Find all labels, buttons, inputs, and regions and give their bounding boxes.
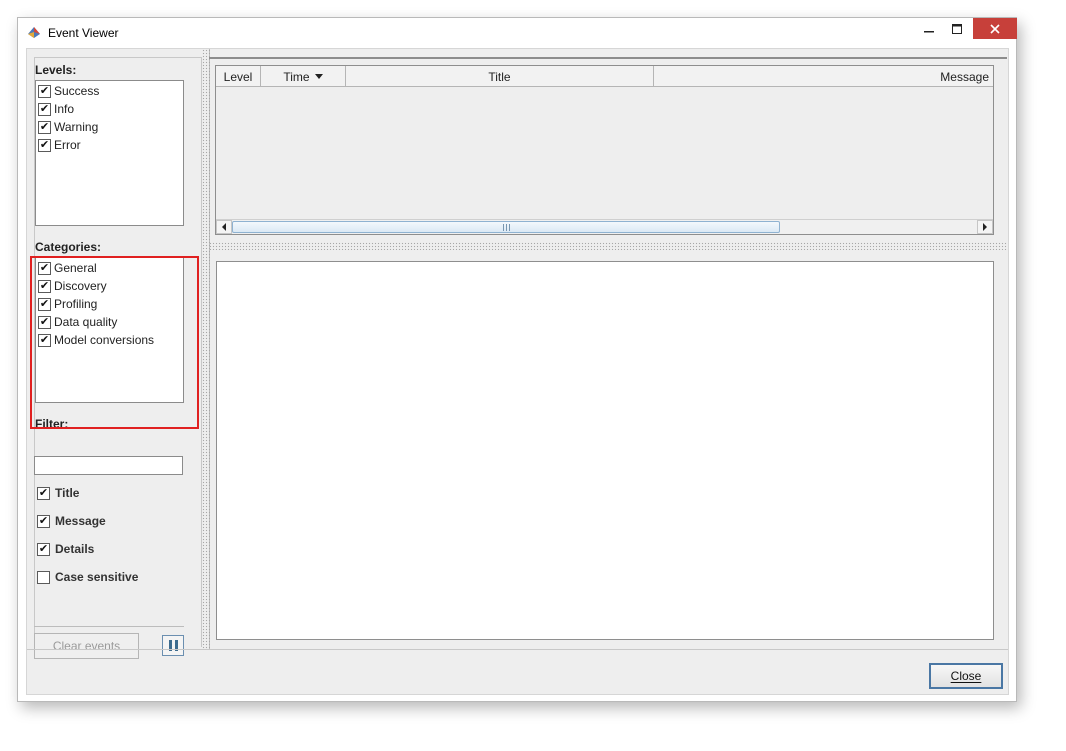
maximize-icon (952, 23, 962, 34)
column-header-level[interactable]: Level (216, 66, 261, 87)
checkbox[interactable]: ✔ (38, 84, 51, 98)
filter-option-label: Case sensitive (55, 570, 139, 584)
checkbox[interactable]: ✔ (38, 120, 51, 134)
level-item-warning[interactable]: ✔ Warning (36, 118, 183, 136)
filter-option-case-sensitive[interactable]: Case sensitive (37, 570, 138, 584)
checkbox[interactable]: ✔ (38, 138, 51, 152)
level-item-error[interactable]: ✔ Error (36, 136, 183, 154)
scroll-left-button[interactable] (216, 220, 232, 234)
window-title: Event Viewer (48, 26, 119, 40)
close-button[interactable]: Close (929, 663, 1003, 689)
level-item-label: Success (54, 84, 100, 98)
events-table[interactable]: Level Time Title Message (215, 65, 994, 235)
filter-option-details[interactable]: ✔ Details (37, 542, 94, 556)
table-header: Level Time Title Message (216, 66, 993, 87)
filter-option-label: Title (55, 486, 80, 500)
event-details-pane[interactable] (216, 261, 994, 640)
checkbox[interactable]: ✔ (37, 514, 50, 528)
clear-events-button[interactable]: Clear events (34, 633, 139, 659)
column-header-message[interactable]: Message (654, 66, 993, 87)
filter-input[interactable] (34, 456, 183, 475)
checkbox[interactable]: ✔ (38, 102, 51, 116)
minimize-button[interactable] (915, 18, 943, 39)
column-header-label: Message (940, 69, 989, 84)
filter-panel: Levels: ✔ Success ✔ Info ✔ Warning ✔ Error C… (27, 49, 210, 659)
level-item-info[interactable]: ✔ Info (36, 100, 183, 118)
levels-label: Levels: (35, 63, 77, 77)
scroll-right-button[interactable] (977, 220, 993, 234)
column-header-label: Title (488, 69, 511, 84)
arrow-left-icon (222, 223, 226, 231)
filter-option-message[interactable]: ✔ Message (37, 514, 106, 528)
checkbox[interactable] (37, 570, 50, 584)
divider (27, 649, 1008, 650)
filter-option-label: Message (55, 514, 106, 528)
client-area: Levels: ✔ Success ✔ Info ✔ Warning ✔ Error C… (26, 48, 1009, 695)
window-close-button[interactable] (973, 18, 1017, 39)
categories-label: Categories: (35, 240, 102, 254)
close-button-label: Close (950, 669, 982, 683)
event-viewer-window: Event Viewer Levels: ✔ Success ✔ Info ✔ War… (17, 17, 1017, 702)
divider (34, 626, 184, 627)
column-header-title[interactable]: Title (346, 66, 654, 87)
scrollbar-thumb[interactable] (232, 221, 780, 233)
level-item-label: Info (54, 102, 75, 116)
checkbox[interactable]: ✔ (37, 486, 50, 500)
checkbox[interactable]: ✔ (37, 542, 50, 556)
minimize-icon (924, 30, 934, 32)
title-bar[interactable]: Event Viewer (18, 18, 1017, 48)
column-header-label: Level (223, 69, 253, 84)
level-item-label: Warning (54, 120, 99, 134)
categories-highlight-box (30, 256, 199, 429)
horizontal-splitter[interactable] (209, 242, 1007, 250)
levels-list[interactable]: ✔ Success ✔ Info ✔ Warning ✔ Error (35, 80, 184, 226)
sort-descending-icon (314, 74, 323, 79)
filter-option-title[interactable]: ✔ Title (37, 486, 79, 500)
column-header-time[interactable]: Time (261, 66, 346, 87)
pause-button[interactable] (162, 635, 184, 656)
app-icon (28, 27, 40, 38)
arrow-right-icon (983, 223, 987, 231)
column-header-label: Time (283, 69, 310, 84)
maximize-button[interactable] (943, 18, 971, 39)
level-item-label: Error (54, 138, 81, 152)
filter-option-label: Details (55, 542, 95, 556)
horizontal-scrollbar[interactable] (216, 219, 993, 234)
close-icon (990, 23, 1000, 34)
events-table-panel: Level Time Title Message (209, 57, 1007, 240)
level-item-success[interactable]: ✔ Success (36, 82, 183, 100)
